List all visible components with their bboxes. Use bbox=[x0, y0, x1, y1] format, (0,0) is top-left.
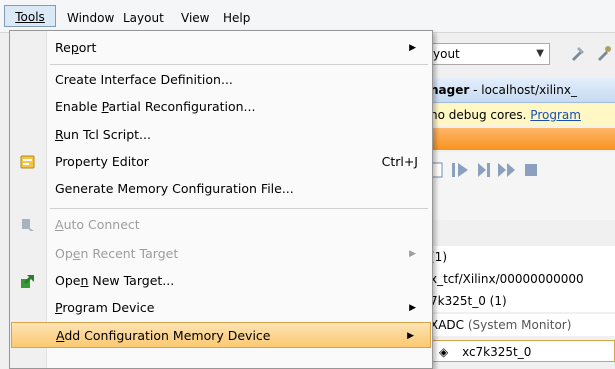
hw-manager-title: nager bbox=[430, 83, 470, 97]
property-editor-icon bbox=[20, 155, 35, 169]
auto-connect-icon bbox=[22, 219, 34, 231]
menu-item-enable-partial-reconfiguration[interactable]: Enable Partial Reconfiguration... bbox=[10, 94, 432, 120]
device-icon: ◈ bbox=[439, 345, 449, 359]
tree-row[interactable]: 7k325t_0 (1) bbox=[430, 290, 615, 312]
debug-controls-icons[interactable] bbox=[430, 160, 615, 182]
layout-combo[interactable]: yout ▼ bbox=[430, 43, 550, 65]
tool-icon[interactable] bbox=[570, 45, 586, 61]
submenu-arrow-icon: ▶ bbox=[409, 249, 416, 259]
menu-help[interactable]: Help bbox=[223, 9, 250, 27]
menu-item-create-interface-definition[interactable]: Create Interface Definition... bbox=[10, 67, 432, 93]
hw-manager-host: - localhost/xilinx_ bbox=[469, 83, 577, 97]
menu-layout[interactable]: Layout bbox=[123, 9, 164, 27]
menu-separator bbox=[50, 64, 428, 65]
menu-tools[interactable]: Tools bbox=[4, 5, 56, 27]
info-text: no debug cores. bbox=[430, 108, 531, 122]
chevron-down-icon: ▼ bbox=[536, 48, 544, 59]
tree-row[interactable]: (1) bbox=[430, 246, 615, 268]
submenu-arrow-icon: ▶ bbox=[407, 331, 414, 341]
tree-row[interactable]: x_tcf/Xilinx/00000000000 bbox=[430, 268, 615, 290]
hardware-manager-header: nager - localhost/xilinx_ bbox=[430, 78, 615, 103]
menu-item-generate-memory-configuration-file[interactable]: Generate Memory Configuration File... bbox=[10, 176, 432, 202]
open-target-icon bbox=[21, 275, 34, 288]
status-bar-orange bbox=[430, 128, 615, 150]
program-link[interactable]: Program bbox=[530, 108, 581, 122]
menubar: Tools Window Layout View Help bbox=[0, 0, 615, 33]
menu-view[interactable]: View bbox=[181, 9, 209, 27]
menu-item-open-new-target[interactable]: Open New Target... bbox=[10, 268, 432, 294]
submenu-arrow-icon: ▶ bbox=[409, 43, 416, 53]
tools-dropdown-menu: Report ▶ Create Interface Definition... … bbox=[9, 30, 433, 369]
submenu-arrow-icon: ▶ bbox=[409, 303, 416, 313]
layout-combo-value: yout bbox=[433, 47, 460, 61]
menu-window[interactable]: Window bbox=[67, 9, 114, 27]
shortcut-label: Ctrl+J bbox=[381, 154, 418, 169]
menu-item-open-recent-target: Open Recent Target ▶ bbox=[10, 241, 432, 267]
menu-item-property-editor[interactable]: Property Editor Ctrl+J bbox=[10, 149, 432, 175]
menu-separator bbox=[50, 208, 428, 209]
menu-item-add-configuration-memory-device[interactable]: Add Configuration Memory Device ▶ bbox=[11, 322, 431, 348]
menu-item-program-device[interactable]: Program Device ▶ bbox=[10, 295, 432, 321]
tree-row-selected[interactable]: ◈ xc7k325t_0 bbox=[430, 340, 615, 362]
menu-item-run-tcl-script[interactable]: Run Tcl Script... bbox=[10, 122, 432, 148]
info-bar: no debug cores. Program bbox=[430, 104, 615, 126]
tool-icon-2[interactable] bbox=[596, 45, 612, 61]
menu-item-report[interactable]: Report ▶ bbox=[10, 35, 432, 61]
debug-toolbar bbox=[430, 152, 615, 220]
menu-item-auto-connect: Auto Connect bbox=[10, 212, 432, 238]
tree-row[interactable]: XADC (System Monitor) bbox=[430, 314, 615, 336]
